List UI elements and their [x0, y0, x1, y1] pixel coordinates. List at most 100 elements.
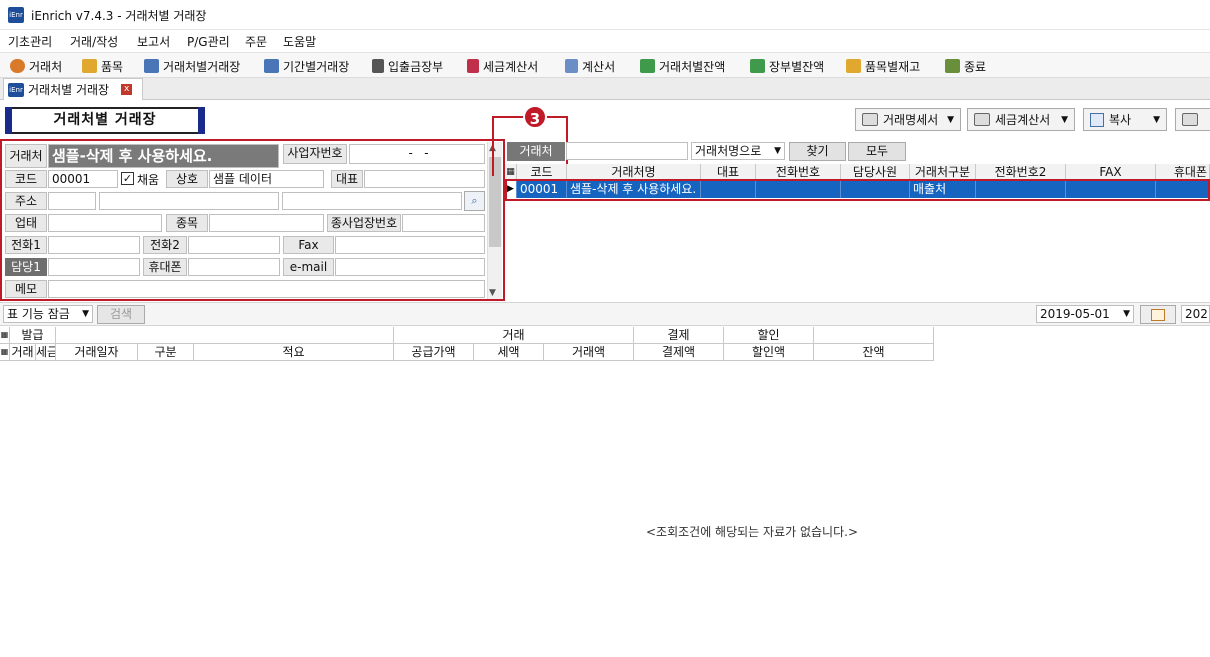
find-button[interactable]: 찾기 — [789, 142, 846, 161]
menu-bar: 기초관리 거래/작성 보고서 P/G관리 주문 도움말 — [0, 30, 1210, 52]
print-button[interactable] — [1175, 108, 1210, 131]
toolbar-item-button[interactable]: 품목 — [82, 56, 123, 76]
toolbar-period-ledger-button[interactable]: 기간별거래장 — [264, 56, 349, 76]
date-from-value: 2019-05-01 — [1040, 307, 1110, 321]
table-cell — [841, 181, 910, 198]
ledger-icon — [264, 59, 279, 73]
code-label: 코드 — [5, 170, 47, 188]
col-header[interactable]: 적요 — [194, 344, 394, 361]
biztype-field[interactable] — [48, 214, 162, 232]
lock-select[interactable]: 표 기능 잠금 ▼ — [3, 305, 93, 323]
toolbar-stock-button[interactable]: 품목별재고 — [846, 56, 920, 76]
col-header[interactable]: 거래처명 — [567, 164, 701, 181]
calendar-icon — [1151, 309, 1165, 321]
tax-invoice-button[interactable]: 세금계산서 ▼ — [967, 108, 1075, 131]
col-header[interactable]: 거래액 — [544, 344, 634, 361]
memo-field[interactable] — [48, 280, 485, 298]
app-logo-icon: iEnr — [8, 82, 24, 97]
invoice-icon — [467, 59, 479, 73]
address-field[interactable] — [99, 192, 279, 210]
toolbar-client-ledger-button[interactable]: 거래처별거래장 — [144, 56, 240, 76]
search-mode-select[interactable]: 거래처명으로 ▼ — [691, 142, 785, 160]
chevron-down-icon: ▼ — [1123, 309, 1130, 319]
manager-field[interactable] — [48, 258, 140, 276]
calendar-button[interactable] — [1140, 305, 1176, 324]
copy-icon — [1090, 112, 1104, 127]
close-icon[interactable]: x — [121, 84, 133, 95]
col-header[interactable]: 전화번호2 — [976, 164, 1066, 181]
statement-button[interactable]: 거래명세서 ▼ — [855, 108, 961, 131]
menu-basic[interactable]: 기초관리 — [8, 33, 52, 50]
client-search-input[interactable] — [566, 142, 688, 160]
col-header[interactable]: 거래처구분 — [910, 164, 976, 181]
menu-trade[interactable]: 거래/작성 — [70, 33, 118, 50]
manager-label: 담당1 — [5, 258, 47, 276]
col-header[interactable]: 대표 — [701, 164, 756, 181]
toolbar-bill-button[interactable]: 계산서 — [565, 56, 615, 76]
table-cell — [756, 181, 841, 198]
search-icon: ⌕ — [471, 194, 478, 207]
mobile-field[interactable] — [188, 258, 280, 276]
toolbar-client-balance-button[interactable]: 거래처별잔액 — [640, 56, 725, 76]
col-header[interactable]: 거래일자 — [56, 344, 138, 361]
col-header[interactable]: 공급가액 — [394, 344, 474, 361]
client-search-button[interactable]: 거래처 — [507, 142, 565, 161]
box-icon — [82, 59, 97, 73]
col-header[interactable]: 구분 — [138, 344, 194, 361]
col-header[interactable]: 세액 — [474, 344, 544, 361]
money-icon — [640, 59, 655, 73]
col-header[interactable]: 휴대폰 — [1156, 164, 1210, 181]
tel1-field[interactable] — [48, 236, 140, 254]
tel2-field[interactable] — [188, 236, 280, 254]
email-field[interactable] — [335, 258, 485, 276]
col-header[interactable]: 잔액 — [814, 344, 934, 361]
company-field[interactable]: 샘플 데이터 — [209, 170, 324, 188]
col-header[interactable]: 코드 — [517, 164, 567, 181]
col-header[interactable]: FAX — [1066, 164, 1156, 181]
lock-label: 표 기능 잠금 — [7, 307, 70, 321]
toolbar-exit-button[interactable]: 종료 — [945, 56, 986, 76]
ceo-field[interactable] — [364, 170, 485, 188]
exit-icon — [945, 59, 960, 73]
bizno-label: 사업자번호 — [283, 144, 347, 164]
client-name-field[interactable]: 샘플-삭제 후 사용하세요. — [48, 144, 279, 168]
toolbar-client-button[interactable]: 거래처 — [10, 56, 62, 76]
group-header — [56, 327, 394, 344]
toolbar-label: 거래처별잔액 — [659, 59, 726, 74]
col-header[interactable]: 전화번호 — [756, 164, 841, 181]
date-to-field[interactable]: 2021-0 — [1181, 305, 1210, 323]
date-from-field[interactable]: 2019-05-01 ▼ — [1036, 305, 1134, 323]
app-logo-icon: iEnr — [8, 7, 24, 23]
address-search-button[interactable]: ⌕ — [464, 191, 485, 211]
tel1-label: 전화1 — [5, 236, 47, 254]
col-header[interactable]: 세금 — [36, 344, 56, 361]
address-detail-field[interactable] — [282, 192, 462, 210]
toolbar-cashbook-button[interactable]: 입출금장부 — [372, 56, 443, 76]
col-header[interactable]: 결제액 — [634, 344, 724, 361]
menu-pg[interactable]: P/G관리 — [187, 33, 230, 50]
fax-field[interactable] — [335, 236, 485, 254]
search-button[interactable]: 검색 — [97, 305, 145, 324]
all-button[interactable]: 모두 — [848, 142, 906, 161]
code-field[interactable]: 00001 — [48, 170, 118, 188]
col-header[interactable]: 거래 — [10, 344, 36, 361]
tab-client-ledger[interactable]: iEnr 거래처별 거래장 x — [3, 78, 143, 100]
auto-fill-checkbox[interactable]: ✓ — [121, 172, 134, 185]
group-header: 할인 — [724, 327, 814, 344]
col-header[interactable]: 담당사원 — [841, 164, 910, 181]
zipcode-field[interactable] — [48, 192, 96, 210]
branch-no-field[interactable] — [402, 214, 485, 232]
toolbar-book-balance-button[interactable]: 장부별잔액 — [750, 56, 824, 76]
bizno-field[interactable]: - - — [349, 144, 485, 164]
col-header[interactable]: 할인액 — [724, 344, 814, 361]
title-bar: iEnr iEnrich v7.4.3 - 거래처별 거래장 — [0, 0, 1210, 30]
copy-button[interactable]: 복사 ▼ — [1083, 108, 1167, 131]
toolbar-tax-invoice-button[interactable]: 세금계산서 — [467, 56, 538, 76]
bizitem-field[interactable] — [209, 214, 324, 232]
table-row[interactable]: ▶ 00001 샘플-삭제 후 사용하세요. 매출처 — [505, 181, 1210, 198]
menu-report[interactable]: 보고서 — [137, 33, 170, 50]
menu-help[interactable]: 도움말 — [283, 33, 316, 50]
menu-order[interactable]: 주문 — [245, 33, 267, 50]
toolbar-label: 장부별잔액 — [769, 59, 825, 74]
chevron-down-icon[interactable]: ▼ — [489, 288, 496, 298]
